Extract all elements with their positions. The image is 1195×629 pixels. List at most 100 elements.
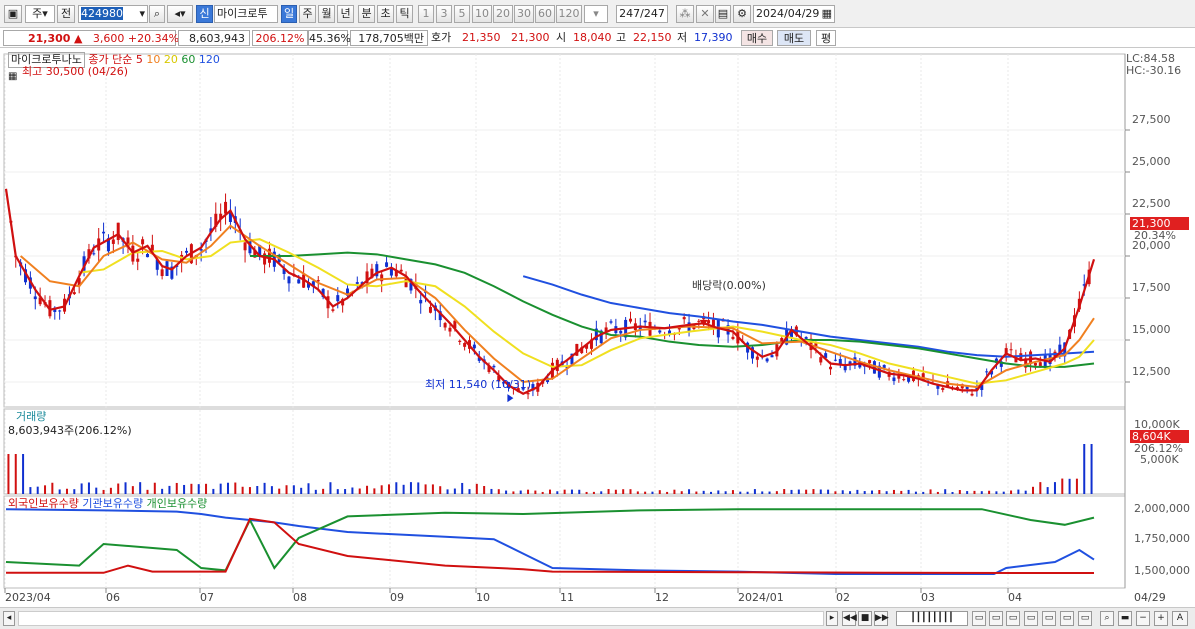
date-input[interactable]: 2024/04/29 ▦ (753, 5, 835, 23)
period-month[interactable]: 월 (318, 5, 335, 23)
volume-rate-tag: 206.12% (1134, 442, 1183, 455)
volume-bar (1002, 491, 1005, 494)
zoom-reset-icon[interactable]: ⌕ (1100, 611, 1114, 626)
search-icon[interactable]: ⌕ (149, 5, 165, 23)
zoom-out-icon[interactable]: ▬ (1118, 611, 1132, 626)
speaker-icon[interactable]: ◂▾ (167, 5, 193, 23)
legend-institution: 기관보유수량 (82, 497, 144, 510)
volume-bar (666, 491, 669, 494)
gear-icon[interactable]: ⚙ (733, 5, 751, 23)
volume-bar (395, 482, 398, 494)
x-label: 11 (560, 591, 574, 604)
interval-1[interactable]: 1 (418, 5, 434, 23)
prev-button[interactable]: 전 (57, 5, 75, 23)
interval-20[interactable]: 20 (493, 5, 513, 23)
layout-icon[interactable]: ▭ (972, 611, 986, 626)
period-year[interactable]: 년 (337, 5, 354, 23)
interval-10[interactable]: 10 (472, 5, 492, 23)
candle-body (463, 343, 467, 347)
volume-bar (658, 490, 661, 494)
volume-bar (219, 483, 222, 494)
interval-120[interactable]: 120 (556, 5, 582, 23)
x-label: 03 (921, 591, 935, 604)
volume-bar (570, 489, 573, 494)
volume-bar (644, 491, 647, 494)
volume-bar (197, 484, 200, 494)
interval-60[interactable]: 60 (535, 5, 555, 23)
interval-dropdown[interactable]: ▾ (584, 5, 608, 23)
volume-bar (783, 489, 786, 494)
candle-body (116, 222, 120, 241)
zoom-slider[interactable]: ┃┃┃┃┃┃┃┃ (896, 611, 968, 626)
candle-body (336, 295, 340, 302)
holdings-legend: 외국인보유수량 기관보유수량 개인보유수량 (8, 497, 207, 511)
copy-icon[interactable]: ▭ (1024, 611, 1038, 626)
interval-3[interactable]: 3 (436, 5, 452, 23)
font-size-icon[interactable]: A (1172, 611, 1188, 626)
buy-button[interactable]: 매수 (741, 30, 773, 46)
volume-bar (761, 491, 764, 494)
volume-bar (446, 489, 449, 494)
volume-bar (1024, 490, 1027, 494)
type-select[interactable]: 주▾ (25, 5, 55, 23)
volume-bar (351, 487, 354, 494)
code-input[interactable]: 424980 ▾ (78, 5, 148, 23)
crosshair-icon[interactable]: ✕ (696, 5, 714, 23)
volume-bar (578, 489, 581, 494)
volume-bar (819, 489, 822, 494)
volume-bar (102, 489, 105, 494)
count-field[interactable]: 247/247 (616, 5, 668, 23)
candle-body (619, 330, 623, 334)
sell-button[interactable]: 매도 (777, 30, 811, 46)
new-toggle[interactable]: 신 (196, 5, 213, 23)
print-icon[interactable]: ▭ (1042, 611, 1056, 626)
period-day[interactable]: 일 (281, 5, 297, 23)
candle-body (102, 231, 106, 234)
scrollbar-track[interactable] (18, 611, 824, 626)
table-icon[interactable]: ▦ (8, 70, 17, 84)
volume-bar (878, 489, 881, 494)
period-second[interactable]: 초 (377, 5, 394, 23)
volume-bar (417, 482, 420, 494)
tool-icon[interactable]: ⁂ (676, 5, 694, 23)
volume-bar (402, 484, 405, 494)
layout3-icon[interactable]: ▭ (1006, 611, 1020, 626)
volume-bar (380, 485, 383, 494)
list-view-icon[interactable]: ▭ (1078, 611, 1092, 626)
period-tick[interactable]: 틱 (396, 5, 413, 23)
scroll-left-icon[interactable]: ◂ (3, 611, 15, 626)
forward-icon[interactable]: ▶▶ (874, 611, 889, 626)
scroll-right-icon[interactable]: ▸ (826, 611, 838, 626)
rewind-icon[interactable]: ◀◀ (842, 611, 857, 626)
chart-grid (0, 48, 1195, 607)
volume-bar (651, 491, 654, 494)
volume-bar (461, 482, 464, 494)
layout2-icon[interactable]: ▭ (989, 611, 1003, 626)
volume-bar (1068, 478, 1071, 494)
x-label: 06 (106, 591, 120, 604)
legend-ma5: 5 (135, 53, 143, 66)
table-view-icon[interactable]: ▭ (1060, 611, 1074, 626)
period-week[interactable]: 주 (299, 5, 316, 23)
turnover-rate: 45.36% (308, 30, 351, 46)
interval-30[interactable]: 30 (514, 5, 534, 23)
save-icon[interactable]: ▤ (715, 5, 731, 23)
volume-bar (966, 491, 969, 494)
price-tick: 15,000 (1132, 323, 1171, 336)
interval-5[interactable]: 5 (454, 5, 470, 23)
minus-icon[interactable]: − (1136, 611, 1150, 626)
volume-bar (944, 489, 947, 494)
candle-body (389, 268, 393, 276)
candle-body (458, 340, 462, 342)
window-icon[interactable]: ▣ (4, 5, 22, 23)
stop-icon[interactable]: ■ (858, 611, 872, 626)
period-minute[interactable]: 분 (358, 5, 375, 23)
volume-bar (863, 491, 866, 494)
avg-button[interactable]: 평 (816, 30, 836, 46)
volume-bar (1032, 486, 1035, 494)
volume-bar (292, 485, 295, 494)
volume-bar (702, 490, 705, 494)
plus-icon[interactable]: + (1154, 611, 1168, 626)
rate-tag: 20.34% (1134, 229, 1176, 242)
candle-body (892, 377, 896, 382)
